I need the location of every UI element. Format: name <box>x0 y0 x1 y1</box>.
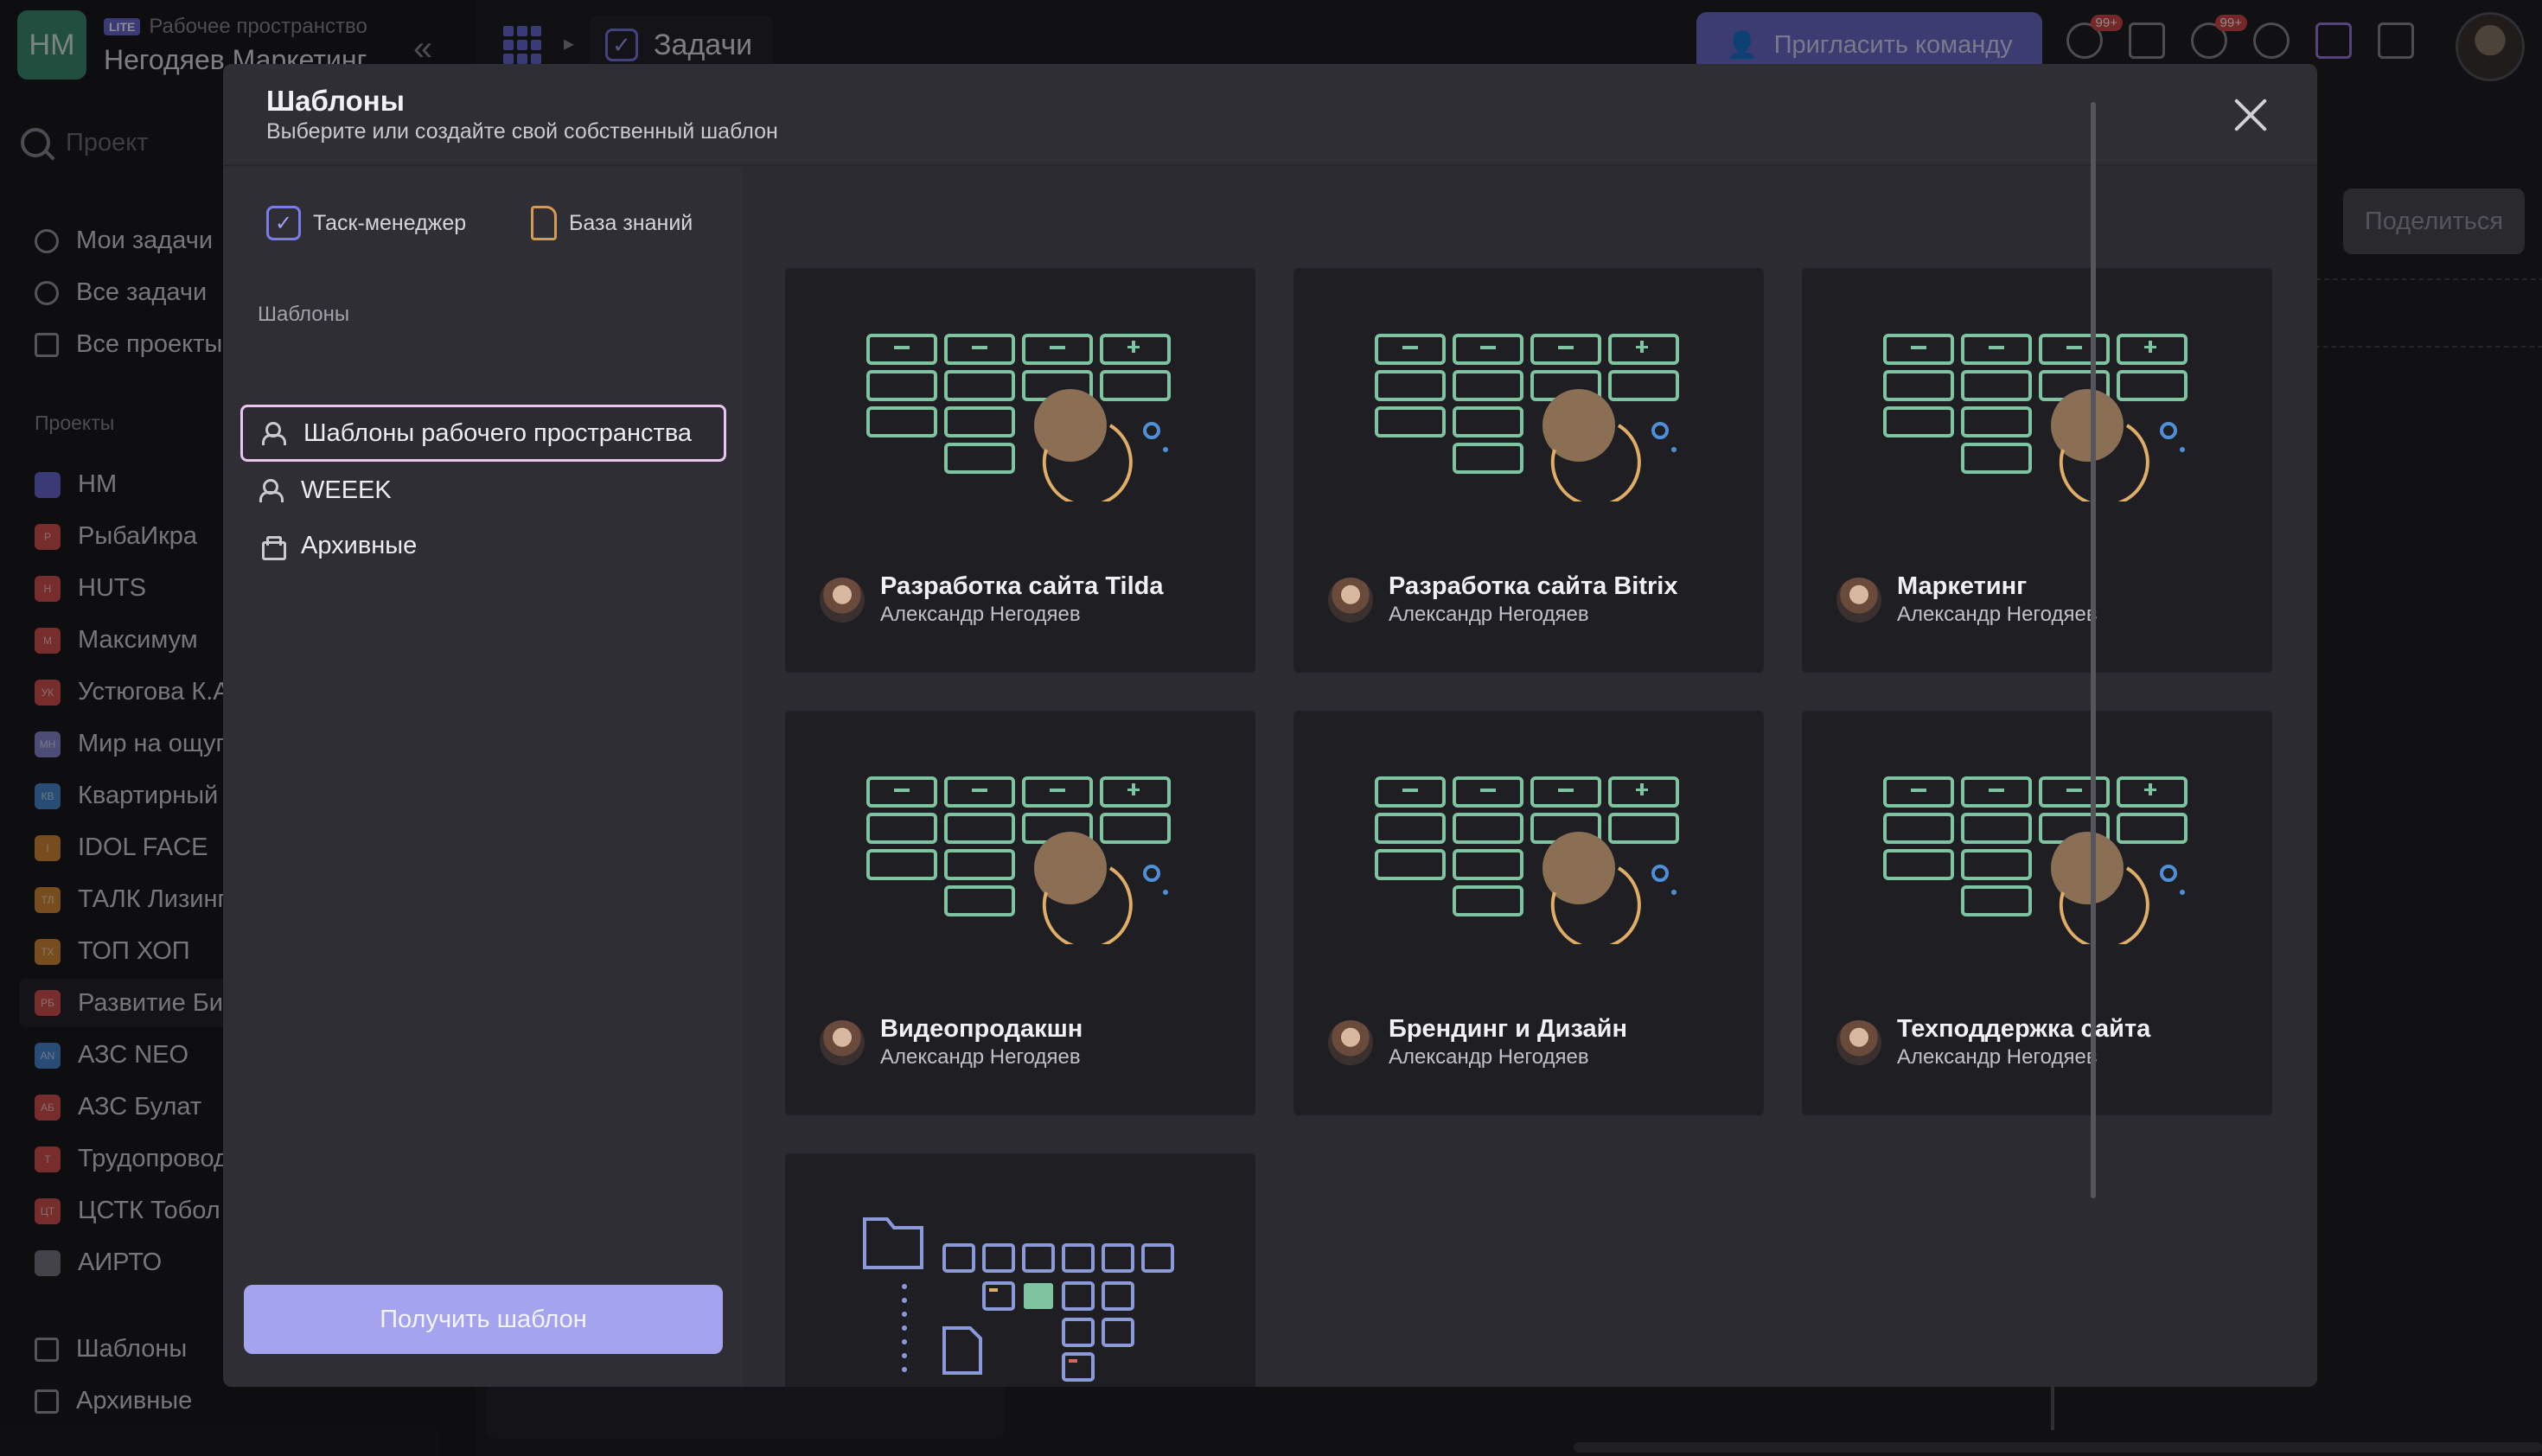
category-label: Архивные <box>301 531 418 559</box>
template-preview-illustration <box>1375 334 1679 508</box>
create-template-illustration <box>863 1217 1174 1382</box>
templates-section-label: Шаблоны <box>258 303 350 326</box>
template-card[interactable]: Брендинг и Дизайн Александр Негодяев <box>1293 711 1764 1115</box>
get-template-button[interactable]: Получить шаблон <box>244 1285 723 1354</box>
templates-sidebar: ✓ Таск-менеджер База знаний Шаблоны Шабл… <box>223 168 742 1387</box>
template-card[interactable]: Видеопродакшн Александр Негодяев <box>785 711 1255 1115</box>
template-preview-illustration <box>1883 334 2188 508</box>
template-card[interactable]: Маркетинг Александр Негодяев <box>1802 268 2272 673</box>
document-icon <box>531 206 557 240</box>
modal-subtitle: Выберите или создайте свой собственный ш… <box>266 119 778 144</box>
author-avatar <box>1836 577 1881 623</box>
template-title: Видеопродакшн <box>880 1015 1083 1043</box>
close-icon[interactable] <box>2231 95 2271 135</box>
modal-header: Шаблоны Выберите или создайте свой собст… <box>223 64 2317 166</box>
template-author: Александр Негодяев <box>1897 1045 2098 1069</box>
author-avatar <box>820 577 865 623</box>
tab-label: База знаний <box>569 210 693 235</box>
task-check-icon: ✓ <box>266 206 301 240</box>
category-workspace-templates[interactable]: Шаблоны рабочего пространства <box>240 405 726 462</box>
templates-modal: Шаблоны Выберите или создайте свой собст… <box>223 64 2317 1387</box>
modal-title: Шаблоны <box>266 85 405 117</box>
tab-task-manager[interactable]: ✓ Таск-менеджер <box>266 206 466 240</box>
template-title: Разработка сайта Tilda <box>880 572 1164 600</box>
archive-icon <box>259 533 286 560</box>
template-card[interactable]: Разработка сайта Tilda Александр Негодяев <box>785 268 1255 673</box>
template-title: Маркетинг <box>1897 572 2028 600</box>
template-author: Александр Негодяев <box>1389 1045 1589 1069</box>
template-author: Александр Негодяев <box>1897 603 2098 626</box>
template-author: Александр Негодяев <box>1389 603 1589 626</box>
tab-label: Таск-менеджер <box>313 210 467 235</box>
template-title: Техподдержка сайта <box>1897 1015 2151 1043</box>
template-preview-illustration <box>866 776 1171 950</box>
template-title: Брендинг и Дизайн <box>1389 1015 1627 1043</box>
create-template-card[interactable] <box>785 1153 1255 1387</box>
author-avatar <box>1328 1019 1373 1065</box>
vertical-scrollbar[interactable] <box>2091 102 2096 1198</box>
tab-knowledge-base[interactable]: База знаний <box>531 206 693 240</box>
template-card[interactable]: Разработка сайта Bitrix Александр Негодяе… <box>1293 268 1764 673</box>
template-title: Разработка сайта Bitrix <box>1389 572 1678 600</box>
template-preview-illustration <box>866 334 1171 508</box>
category-weeek[interactable]: WEEEK <box>240 462 726 519</box>
template-preview-illustration <box>1375 776 1679 950</box>
author-avatar <box>1836 1019 1881 1065</box>
template-author: Александр Негодяев <box>880 1045 1081 1069</box>
team-icon <box>259 477 285 503</box>
category-label: Шаблоны рабочего пространства <box>303 418 693 447</box>
author-avatar <box>820 1019 865 1065</box>
template-card[interactable]: Техподдержка сайта Александр Негодяев <box>1802 711 2272 1115</box>
team-icon <box>262 420 288 446</box>
category-archived[interactable]: Архивные <box>240 517 726 574</box>
category-label: WEEEK <box>301 476 392 504</box>
template-author: Александр Негодяев <box>880 603 1081 626</box>
templates-grid: Разработка сайта Tilda Александр Негодяев… <box>742 168 2317 1387</box>
author-avatar <box>1328 577 1373 623</box>
template-preview-illustration <box>1883 776 2188 950</box>
